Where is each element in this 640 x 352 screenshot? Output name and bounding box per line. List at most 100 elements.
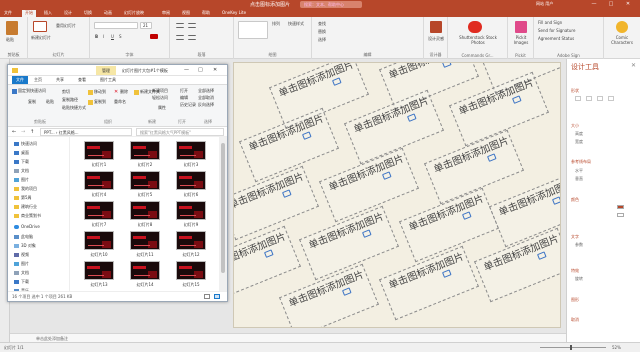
move-to-button[interactable]: 移动到	[88, 89, 106, 95]
section-cancel[interactable]: 取消	[571, 317, 579, 323]
italic-button[interactable]: I	[103, 34, 104, 39]
nav-pictures-pc[interactable]: 图片	[14, 261, 29, 267]
file-tile[interactable]: 幻灯片2	[129, 141, 161, 171]
nav-folder[interactable]: 建筑行业	[14, 204, 37, 210]
easy-access-button[interactable]: 轻松访问	[152, 95, 168, 101]
slide-canvas[interactable]: 单击图标添加图片 单击图标添加图片 单击图标添加图片 单击图标添加图片 单击图标…	[233, 62, 561, 328]
nav-folder[interactable]: 第5周	[14, 195, 32, 201]
picture-icon[interactable]	[486, 153, 497, 162]
design-ideas-button[interactable]: 设计灵感	[426, 36, 446, 42]
history-button[interactable]: 历史记录	[180, 102, 196, 108]
nav-this-pc[interactable]: 此电脑	[14, 234, 33, 240]
tab-picture-tools[interactable]: 图片工具	[100, 77, 116, 83]
nav-videos[interactable]: 视频	[14, 252, 29, 258]
nav-pictures[interactable]: 图片	[14, 177, 29, 183]
bold-button[interactable]: B	[95, 34, 98, 39]
picture-icon[interactable]	[361, 229, 372, 238]
up-arrow-icon[interactable]: ↑	[30, 129, 34, 135]
file-tile[interactable]: 幻灯片8	[129, 201, 161, 231]
search-box[interactable]: 搜索：文本、帮助中心	[300, 1, 362, 8]
align-left-icon[interactable]	[176, 35, 184, 40]
tab-view[interactable]: 查看	[78, 77, 86, 83]
close-button[interactable]: ✕	[213, 67, 217, 73]
nav-quick-access[interactable]: 快速访问	[14, 141, 37, 147]
close-icon[interactable]: ✕	[631, 62, 636, 69]
new-slide-button[interactable]: 新建幻灯片	[30, 35, 52, 41]
section-guides[interactable]: 参考线布局	[571, 159, 591, 165]
close-button[interactable]: ✕	[622, 0, 634, 9]
section-effects[interactable]: 特效	[571, 268, 579, 274]
tab-view[interactable]: 视图	[182, 10, 190, 16]
invert-selection-button[interactable]: 反向选择	[198, 102, 214, 108]
replace-button[interactable]: 替换	[318, 29, 326, 35]
select-button[interactable]: 选择	[318, 37, 326, 43]
edit-button[interactable]: 编辑	[180, 95, 188, 101]
user-name[interactable]: 网站 用户	[536, 1, 553, 7]
zoom-slider-thumb[interactable]	[570, 345, 572, 350]
tab-share[interactable]: 共享	[56, 77, 64, 83]
strikethrough-button[interactable]: S	[119, 34, 122, 39]
picture-icon[interactable]	[551, 196, 560, 205]
nav-documents-pc[interactable]: 文档	[14, 270, 29, 276]
picture-icon[interactable]	[441, 63, 452, 68]
picture-icon[interactable]	[331, 77, 342, 86]
delete-button[interactable]: ✕ 删除	[114, 89, 128, 95]
color-swatch[interactable]	[617, 205, 624, 209]
picture-icon[interactable]	[263, 249, 274, 258]
tab-home[interactable]: 主页	[34, 77, 42, 83]
file-tile[interactable]: 幻灯片4	[83, 171, 115, 201]
file-tile[interactable]: 幻灯片1	[83, 141, 115, 171]
tab-help[interactable]: 帮助	[202, 10, 210, 16]
minimize-button[interactable]: —	[588, 0, 600, 9]
nav-onedrive[interactable]: OneDrive	[14, 224, 40, 229]
file-tile[interactable]: 幻灯片10	[83, 231, 115, 261]
underline-button[interactable]: U	[111, 34, 114, 39]
file-tile[interactable]: 幻灯片3	[175, 141, 207, 171]
section-size[interactable]: 大小	[571, 123, 579, 129]
notes-pane[interactable]: 单击此处添加备注	[10, 333, 566, 342]
nav-downloads[interactable]: 下载	[14, 159, 29, 165]
nav-documents[interactable]: 文档	[14, 168, 29, 174]
zoom-level[interactable]: 52%	[612, 345, 621, 350]
tab-file[interactable]: 文件	[4, 10, 12, 16]
file-tile[interactable]: 幻灯片13	[83, 261, 115, 291]
send-signature-button[interactable]: Send for Signature	[538, 28, 575, 33]
new-item-button[interactable]: 新建项目	[152, 88, 168, 94]
search-field[interactable]: 搜索"红黑风格大气PPT模板"	[136, 128, 224, 136]
shapes-gallery[interactable]	[238, 21, 268, 39]
reuse-slides-button[interactable]: 重用幻灯片	[56, 23, 76, 29]
tab-animations[interactable]: 动画	[104, 10, 112, 16]
rename-button[interactable]: 重命名	[114, 99, 126, 105]
copy-to-button[interactable]: 复制到	[88, 99, 106, 105]
quick-styles-button[interactable]: 快速样式	[288, 21, 304, 27]
file-tile[interactable]: 幻灯片12	[175, 231, 207, 261]
agreement-status-button[interactable]: Agreement Status	[538, 36, 574, 41]
nav-downloads-pc[interactable]: 下载	[14, 279, 29, 285]
file-tile[interactable]: 幻灯片15	[175, 261, 207, 291]
nav-folder[interactable]: 我的项目	[14, 186, 37, 192]
large-icons-view-icon[interactable]	[214, 294, 220, 299]
arrange-button[interactable]: 排列	[272, 21, 280, 27]
tab-slideshow[interactable]: 幻灯片放映	[124, 10, 144, 16]
back-arrow-icon[interactable]: ←	[12, 129, 16, 135]
select-all-button[interactable]: 全部选择	[198, 88, 214, 94]
address-bar[interactable]: PPT... › 红黑风格...	[40, 128, 132, 136]
font-name-field[interactable]	[94, 22, 138, 29]
copy-path-button[interactable]: 复制路径	[62, 97, 78, 103]
tab-transitions[interactable]: 切换	[84, 10, 92, 16]
picture-icon[interactable]	[301, 131, 312, 140]
picture-icon[interactable]	[511, 95, 522, 104]
align-center-icon[interactable]	[188, 35, 196, 40]
nav-3d-objects[interactable]: 3D 对象	[14, 243, 36, 249]
color-swatch[interactable]	[617, 213, 624, 217]
section-shape[interactable]: 形状	[571, 88, 579, 94]
find-button[interactable]: 查找	[318, 21, 326, 27]
section-graphics[interactable]: 图形	[571, 297, 579, 303]
copy-button[interactable]: 复制	[28, 99, 36, 105]
scrollbar-thumb[interactable]	[221, 143, 225, 273]
tab-home[interactable]: 开始	[22, 10, 36, 17]
font-color-icon[interactable]	[150, 34, 158, 39]
comic-button[interactable]: Comic Characters	[606, 35, 638, 45]
fill-sign-button[interactable]: Fill and Sign	[538, 20, 562, 25]
paste-shortcut-button[interactable]: 粘贴快捷方式	[62, 105, 86, 111]
